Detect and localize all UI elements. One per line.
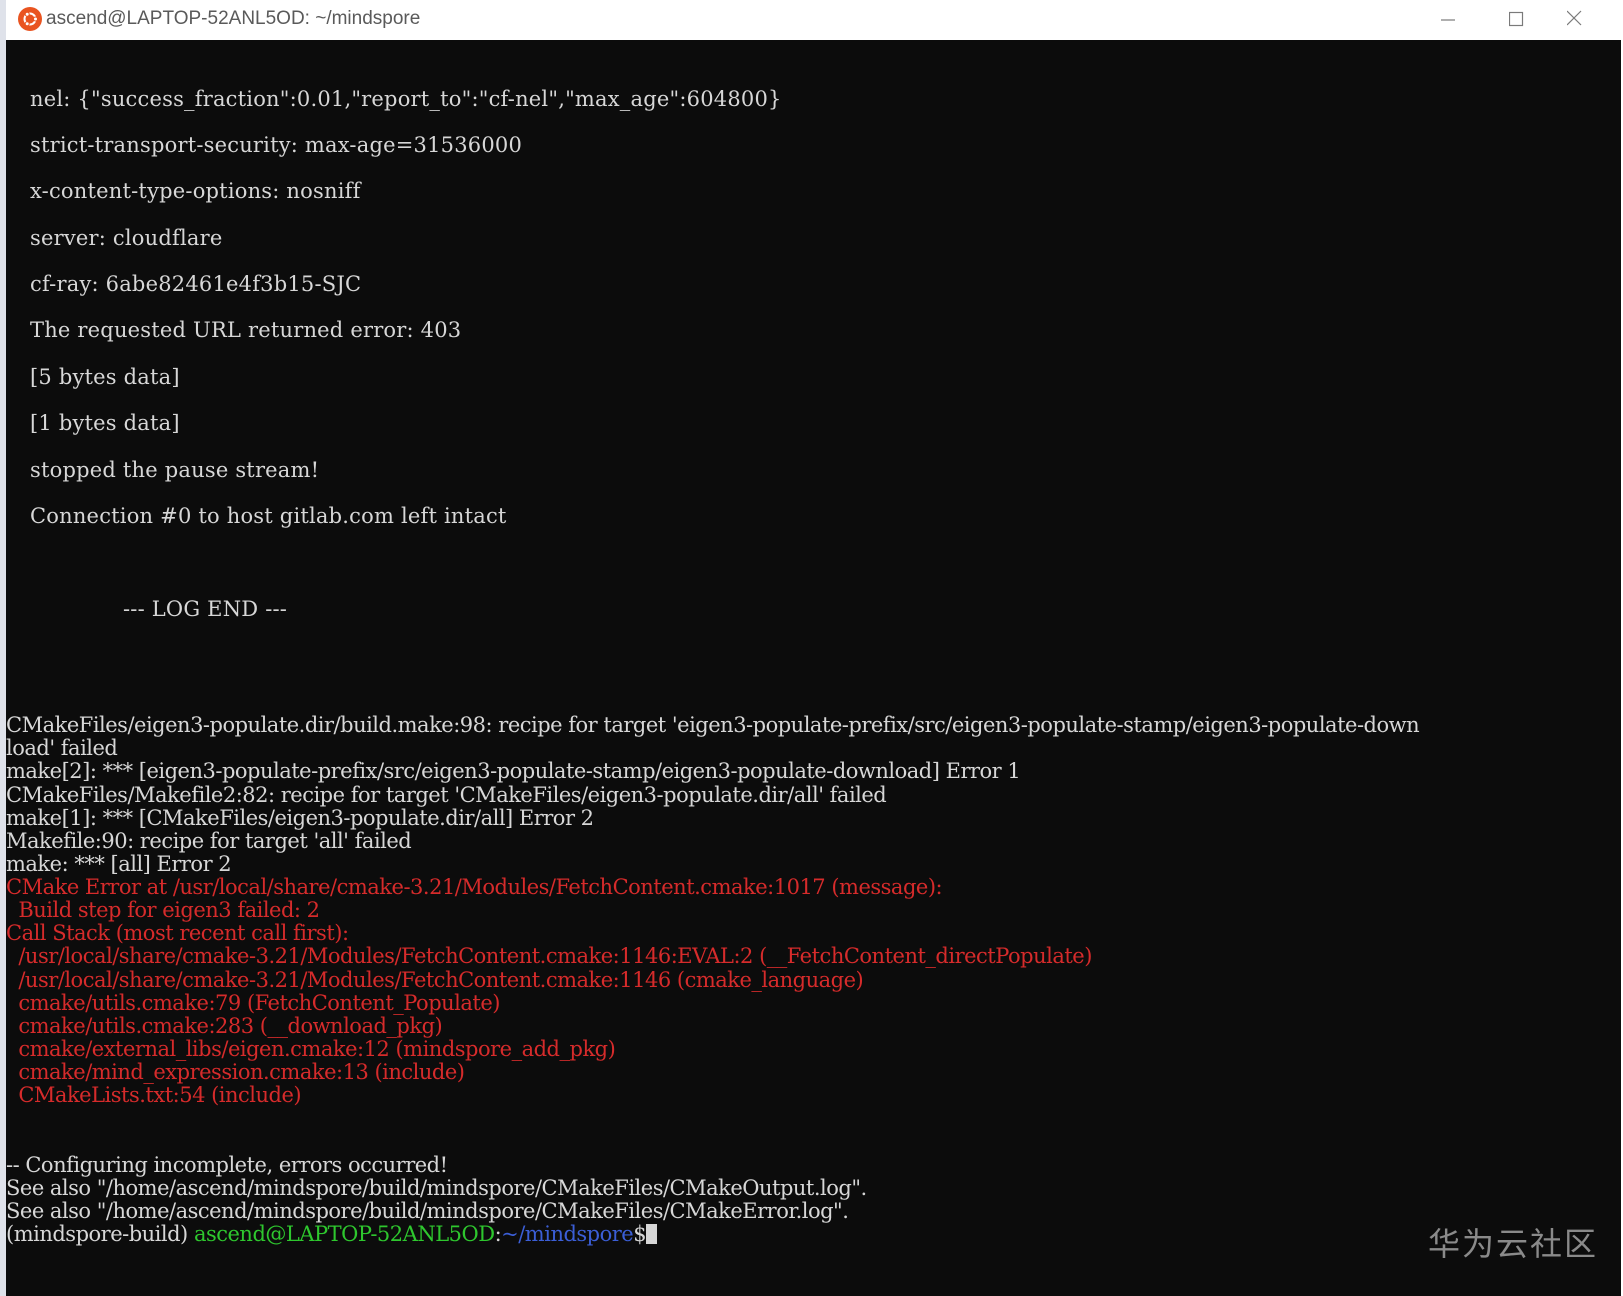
error-line: cmake/utils.cmake:79 (FetchContent_Popul… (6, 991, 500, 1015)
terminal-output[interactable]: nel: {"success_fraction":0.01,"report_to… (6, 40, 1621, 1296)
log-line: [1 bytes data] (30, 411, 180, 435)
error-line: cmake/mind_expression.cmake:13 (include) (6, 1060, 465, 1084)
text-cursor (646, 1224, 658, 1244)
error-line: /usr/local/share/cmake-3.21/Modules/Fetc… (6, 968, 864, 992)
error-line: cmake/utils.cmake:283 (__download_pkg) (6, 1014, 443, 1038)
prompt-env: (mindspore-build) (6, 1222, 194, 1246)
log-line: nel: {"success_fraction":0.01,"report_to… (30, 87, 782, 111)
make-line: make[2]: *** [eigen3-populate-prefix/src… (6, 759, 1021, 783)
prompt-symbol: $ (633, 1222, 647, 1246)
error-line: Build step for eigen3 failed: 2 (6, 898, 320, 922)
error-line: CMake Error at /usr/local/share/cmake-3.… (6, 875, 943, 899)
terminal-window: ascend@LAPTOP-52ANL5OD: ~/mindspore nel:… (6, 0, 1621, 1296)
ubuntu-icon[interactable] (18, 7, 42, 31)
log-line: The requested URL returned error: 403 (30, 318, 462, 342)
log-line: strict-transport-security: max-age=31536… (30, 133, 522, 157)
status-line: See also "/home/ascend/mindspore/build/m… (6, 1199, 849, 1223)
log-line: x-content-type-options: nosniff (30, 179, 361, 203)
log-end-marker: --- LOG END --- (123, 597, 288, 621)
maximize-icon[interactable] (1509, 0, 1569, 40)
title-bar[interactable]: ascend@LAPTOP-52ANL5OD: ~/mindspore (6, 0, 1621, 40)
make-line: CMakeFiles/eigen3-populate.dir/build.mak… (6, 713, 1420, 737)
error-line: /usr/local/share/cmake-3.21/Modules/Fetc… (6, 944, 1092, 968)
make-line: load' failed (6, 736, 118, 760)
shell-prompt[interactable]: (mindspore-build) ascend@LAPTOP-52ANL5OD… (6, 1222, 658, 1246)
window-title: ascend@LAPTOP-52ANL5OD: ~/mindspore (46, 8, 421, 29)
log-line: stopped the pause stream! (30, 458, 320, 482)
status-line: See also "/home/ascend/mindspore/build/m… (6, 1176, 867, 1200)
make-line: make: *** [all] Error 2 (6, 852, 232, 876)
status-line: -- Configuring incomplete, errors occurr… (6, 1153, 448, 1177)
error-line: cmake/external_libs/eigen.cmake:12 (mind… (6, 1037, 616, 1061)
error-line: CMakeLists.txt:54 (include) (6, 1083, 302, 1107)
log-line: cf-ray: 6abe82461e4f3b15-SJC (30, 272, 362, 296)
make-line: make[1]: *** [CMakeFiles/eigen3-populate… (6, 806, 594, 830)
watermark: 华为云社区 (1428, 1225, 1599, 1263)
prompt-path: ~/mindspore (501, 1222, 634, 1246)
minimize-icon[interactable] (1441, 0, 1501, 40)
close-icon[interactable] (1567, 0, 1621, 40)
make-line: CMakeFiles/Makefile2:82: recipe for targ… (6, 783, 887, 807)
log-line: server: cloudflare (30, 226, 223, 250)
make-line: Makefile:90: recipe for target 'all' fai… (6, 829, 412, 853)
log-line: Connection #0 to host gitlab.com left in… (30, 504, 507, 528)
error-line: Call Stack (most recent call first): (6, 921, 349, 945)
log-line: [5 bytes data] (30, 365, 180, 389)
prompt-user-host: ascend@LAPTOP-52ANL5OD (193, 1222, 495, 1246)
